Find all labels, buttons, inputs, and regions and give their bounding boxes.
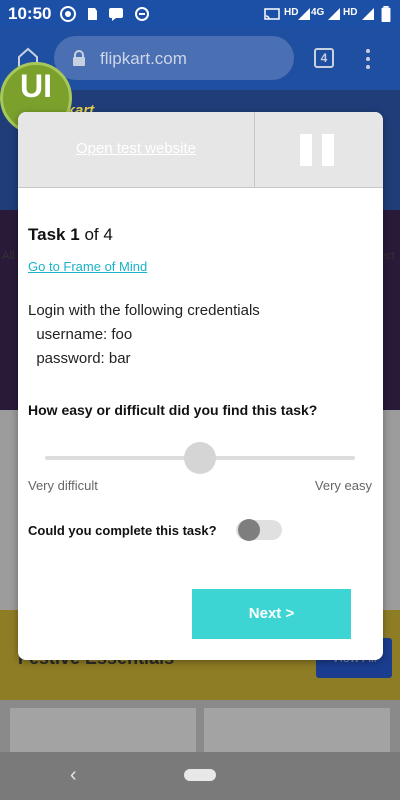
lock-icon bbox=[73, 50, 85, 66]
status-time: 10:50 bbox=[8, 4, 52, 23]
task-heading: Task 1 of 4 bbox=[28, 225, 113, 245]
frame-of-mind-link[interactable]: Go to Frame of Mind bbox=[28, 259, 147, 274]
slider-min-label: Very difficult bbox=[28, 478, 98, 493]
difficulty-question: How easy or difficult did you find this … bbox=[28, 402, 318, 418]
task-dialog: Open test website Task 1 of 4 Go to Fram… bbox=[18, 112, 383, 660]
address-bar[interactable]: flipkart.com bbox=[54, 36, 294, 80]
whatsapp-icon bbox=[60, 6, 76, 22]
bg-product-card bbox=[10, 708, 196, 758]
difficulty-slider-thumb[interactable] bbox=[184, 442, 216, 474]
task-word: Task bbox=[28, 225, 66, 244]
dialog-header: Open test website bbox=[18, 112, 383, 188]
recorder-badge-label: UI bbox=[20, 68, 52, 104]
tab-switcher-button[interactable]: 4 bbox=[314, 48, 334, 68]
complete-question: Could you complete this task? bbox=[28, 523, 217, 538]
status-bar: 10:50 HD 4G HD bbox=[0, 0, 400, 28]
cast-icon bbox=[264, 8, 280, 20]
home-pill-icon[interactable] bbox=[184, 769, 216, 781]
next-button[interactable]: Next > bbox=[192, 589, 351, 639]
url-text: flipkart.com bbox=[100, 49, 187, 68]
task-number: 1 bbox=[70, 225, 80, 244]
back-icon[interactable]: ‹ bbox=[70, 764, 77, 787]
network-label-2: 4G bbox=[311, 7, 325, 18]
sync-icon bbox=[135, 7, 149, 21]
task-instructions: Login with the following credentials use… bbox=[28, 302, 260, 367]
complete-toggle[interactable] bbox=[236, 517, 282, 543]
open-test-website-link[interactable]: Open test website bbox=[18, 140, 254, 157]
more-options-icon[interactable] bbox=[360, 46, 376, 72]
navigation-bar: ‹ bbox=[0, 752, 400, 800]
bg-product-card bbox=[204, 708, 390, 758]
signal-icon bbox=[298, 8, 310, 20]
message-icon bbox=[109, 8, 123, 21]
signal-icon-3 bbox=[362, 8, 374, 20]
bg-side-text-left: All bbox=[2, 250, 15, 262]
signal-icon-2 bbox=[328, 8, 340, 20]
network-label-3: HD bbox=[343, 7, 358, 18]
slider-max-label: Very easy bbox=[314, 478, 372, 493]
battery-icon bbox=[381, 6, 391, 22]
task-of-total: of 4 bbox=[84, 225, 113, 244]
evernote-icon bbox=[88, 8, 97, 20]
header-divider bbox=[254, 112, 255, 188]
pause-icon[interactable] bbox=[300, 134, 334, 166]
